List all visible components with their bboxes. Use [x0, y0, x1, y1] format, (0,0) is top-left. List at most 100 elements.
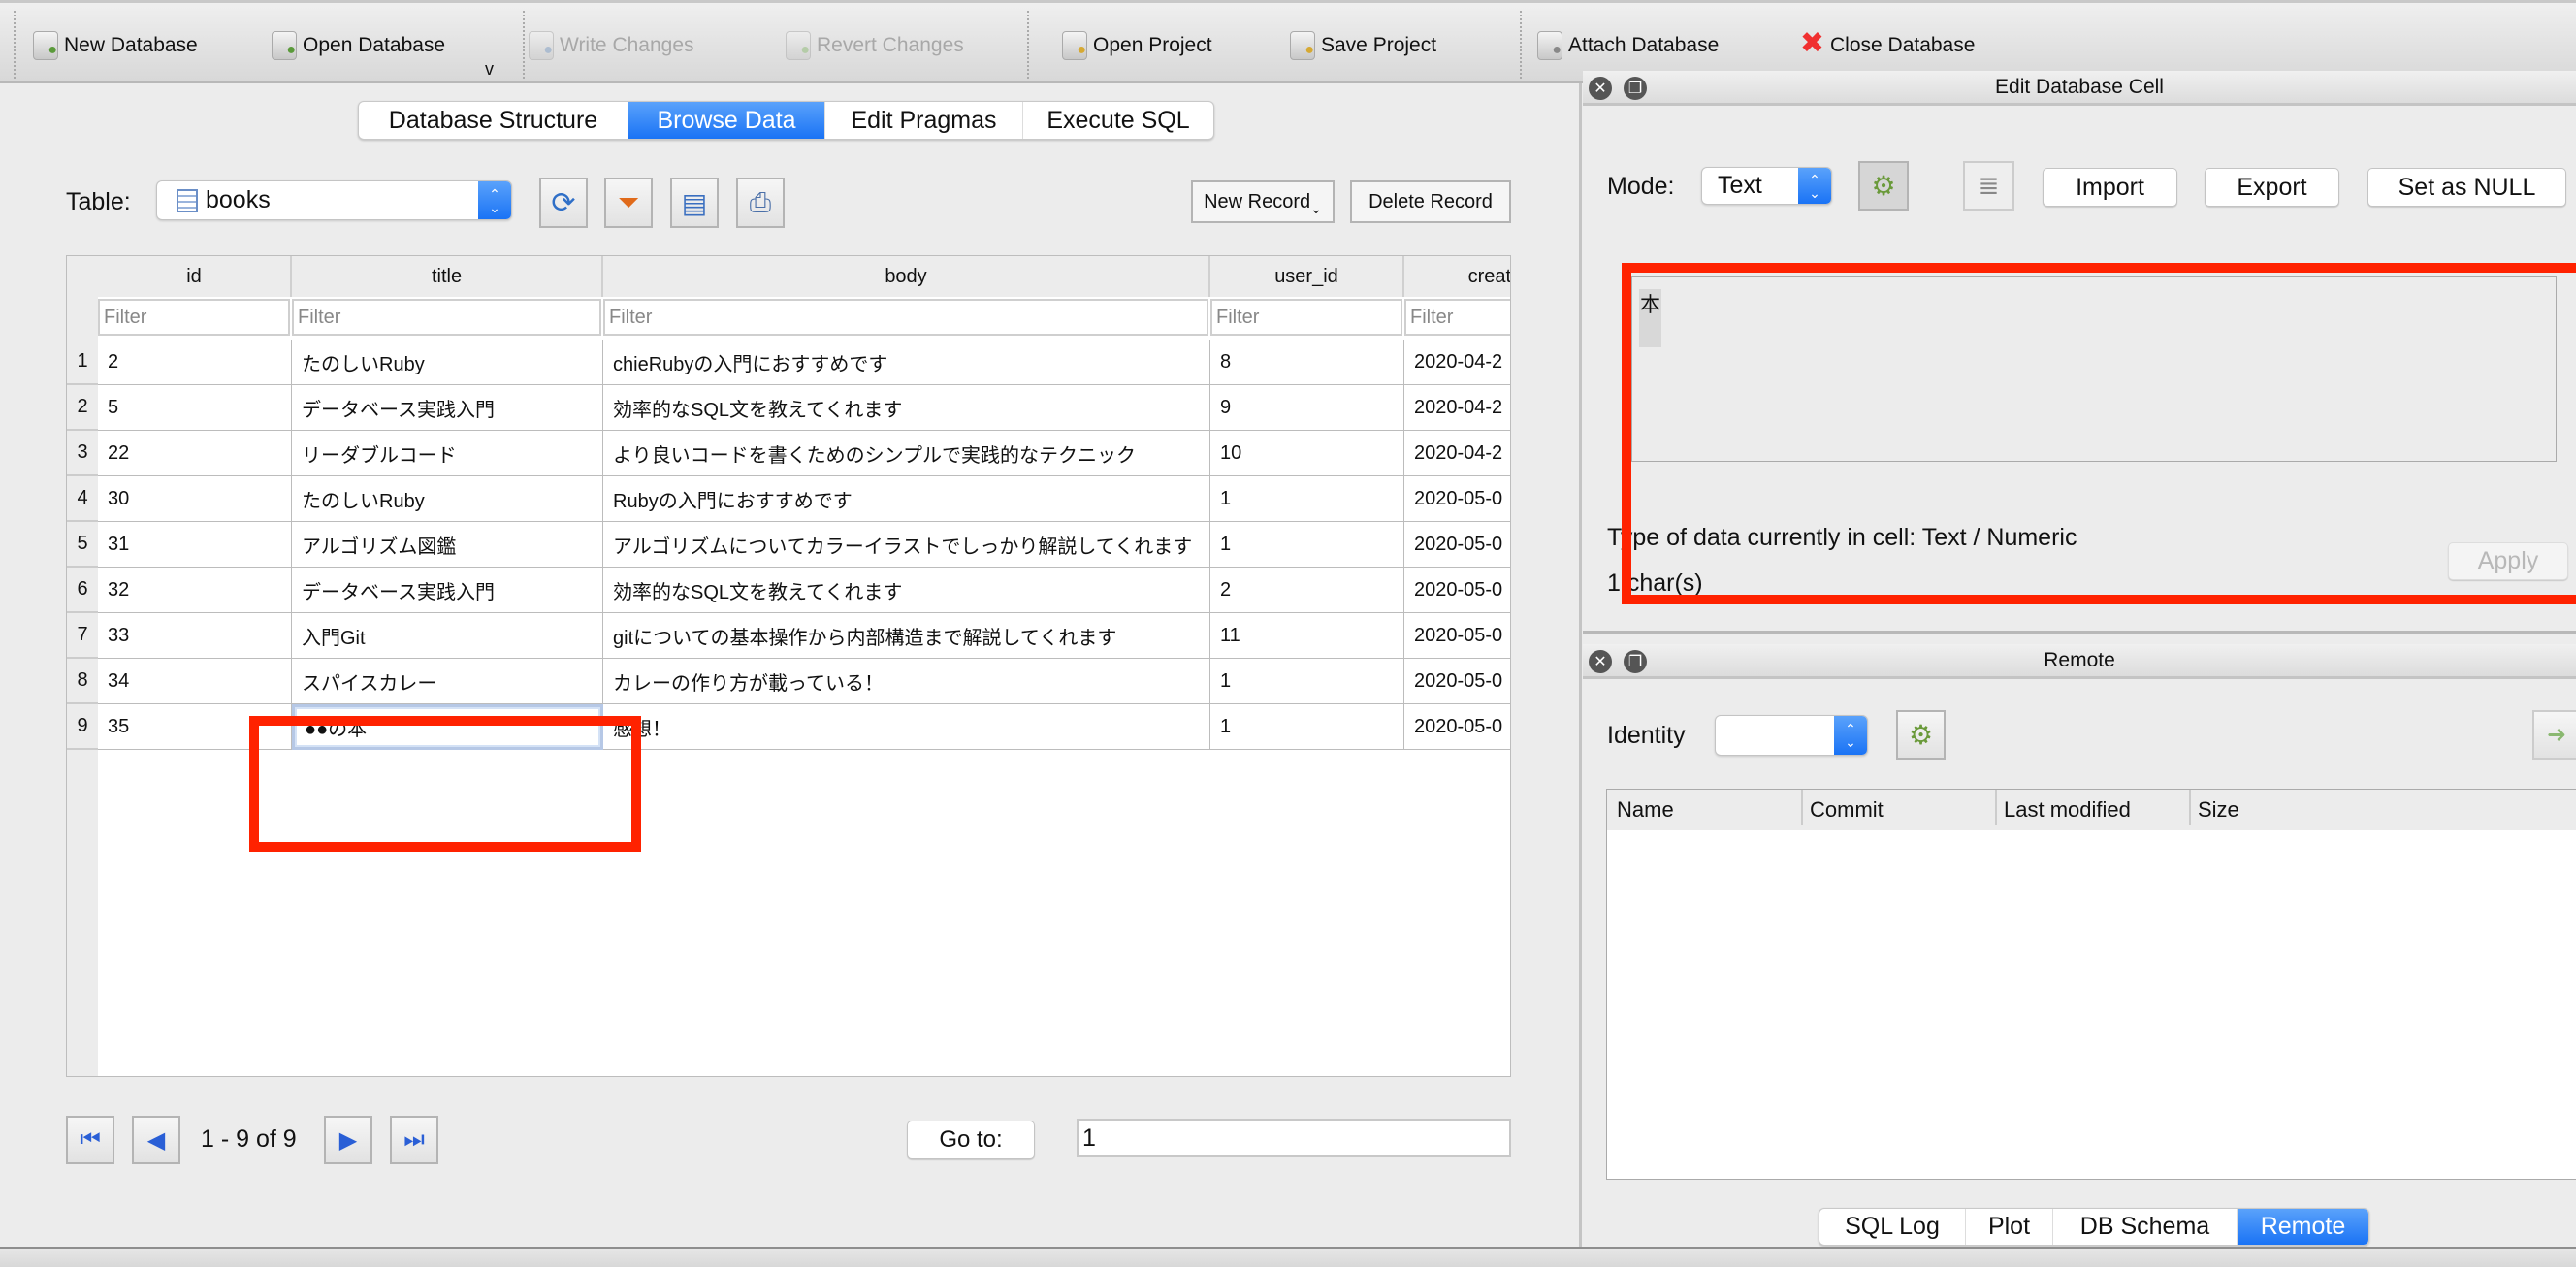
column-header-last-modified[interactable]: Last modified — [2004, 797, 2131, 823]
table-cell-created[interactable]: 2020-04-2 — [1404, 385, 1510, 431]
table-cell-id[interactable]: 30 — [98, 476, 292, 522]
table-cell-id[interactable]: 34 — [98, 659, 292, 704]
row-number[interactable]: 7 — [67, 613, 98, 659]
column-header-size[interactable]: Size — [2198, 797, 2239, 823]
row-number[interactable]: 4 — [67, 476, 98, 522]
toolbar-open-project-button[interactable]: ● Open Project — [1062, 28, 1212, 63]
table-cell-title[interactable]: データベース実践入門 — [292, 568, 603, 613]
first-page-button[interactable]: ⏮ — [66, 1116, 114, 1164]
table-cell-title[interactable]: たのしいRuby — [292, 340, 603, 385]
delete-record-button[interactable]: Delete Record — [1350, 180, 1511, 223]
set-null-button[interactable]: Set as NULL — [2367, 168, 2566, 207]
filter-input-id[interactable]: Filter — [98, 299, 290, 336]
open-database-dropdown-icon[interactable]: v — [485, 59, 494, 80]
row-number[interactable]: 6 — [67, 568, 98, 613]
table-cell-id[interactable]: 35 — [98, 704, 292, 750]
tab-database-structure[interactable]: Database Structure — [359, 102, 628, 139]
row-number[interactable]: 5 — [67, 522, 98, 568]
export-button[interactable]: Export — [2205, 168, 2339, 207]
table-cell-title[interactable]: アルゴリズム図鑑 — [292, 522, 603, 568]
row-number[interactable]: 1 — [67, 340, 98, 385]
print-button[interactable]: ⎙ — [736, 178, 785, 228]
import-button[interactable]: Import — [2043, 168, 2177, 207]
table-cell-body[interactable]: gitについての基本操作から内部構造まで解説してくれます — [603, 613, 1210, 659]
table-cell-body[interactable]: Rubyの入門におすすめです — [603, 476, 1210, 522]
table-cell-id[interactable]: 5 — [98, 385, 292, 431]
tab-sql-log[interactable]: SQL Log — [1819, 1209, 1966, 1245]
tab-plot[interactable]: Plot — [1966, 1209, 2053, 1245]
goto-button[interactable]: Go to: — [907, 1121, 1035, 1159]
toolbar-open-database-button[interactable]: ● Open Database — [272, 28, 445, 63]
next-page-button[interactable]: ▶ — [324, 1116, 372, 1164]
column-header-title[interactable]: title — [292, 256, 603, 297]
table-cell-created[interactable]: 2020-05-0 — [1404, 613, 1510, 659]
row-number[interactable]: 2 — [67, 385, 98, 431]
table-cell-user-id[interactable]: 1 — [1210, 659, 1404, 704]
last-page-button[interactable]: ⏭ — [390, 1116, 438, 1164]
table-cell-user-id[interactable]: 11 — [1210, 613, 1404, 659]
table-cell-id[interactable]: 33 — [98, 613, 292, 659]
identity-select[interactable]: ⌃ ⌄ — [1715, 715, 1868, 756]
column-header-name[interactable]: Name — [1617, 797, 1674, 823]
table-cell-body[interactable]: 効率的なSQL文を教えてくれます — [603, 385, 1210, 431]
table-cell-user-id[interactable]: 1 — [1210, 476, 1404, 522]
table-cell-user-id[interactable]: 2 — [1210, 568, 1404, 613]
row-number[interactable]: 3 — [67, 431, 98, 476]
table-cell-user-id[interactable]: 1 — [1210, 522, 1404, 568]
close-icon[interactable]: ✕ — [1589, 77, 1612, 100]
table-cell-id[interactable]: 32 — [98, 568, 292, 613]
table-cell-title[interactable]: リーダブルコード — [292, 431, 603, 476]
table-cell-user-id[interactable]: 10 — [1210, 431, 1404, 476]
table-cell-title[interactable]: 入門Git — [292, 613, 603, 659]
table-cell-body[interactable]: カレーの作り方が載っている！ — [603, 659, 1210, 704]
tab-execute-sql[interactable]: Execute SQL — [1023, 102, 1213, 139]
refresh-button[interactable]: ⟳ — [539, 178, 588, 228]
tab-edit-pragmas[interactable]: Edit Pragmas — [825, 102, 1023, 139]
toolbar-new-database-button[interactable]: ● New Database — [33, 28, 198, 63]
table-cell-body[interactable]: アルゴリズムについてカラーイラストでしっかり解説してくれます — [603, 522, 1210, 568]
column-header-body[interactable]: body — [603, 256, 1210, 297]
table-cell-created[interactable]: 2020-05-0 — [1404, 659, 1510, 704]
tab-db-schema[interactable]: DB Schema — [2053, 1209, 2238, 1245]
table-cell-created[interactable]: 2020-04-2 — [1404, 340, 1510, 385]
column-header-user-id[interactable]: user_id — [1210, 256, 1404, 297]
filter-input-title[interactable]: Filter — [292, 299, 601, 336]
dock-splitter[interactable] — [1583, 631, 2576, 634]
table-cell-user-id[interactable]: 9 — [1210, 385, 1404, 431]
cell-editor-textarea[interactable]: 本 — [1631, 276, 2557, 462]
save-table-button[interactable]: ▤ — [670, 178, 719, 228]
table-cell-body[interactable]: 感想！ — [603, 704, 1210, 750]
cell-editor-inline[interactable]: ●●の本 — [292, 704, 603, 750]
toolbar-revert-changes-button[interactable]: ● Revert Changes — [786, 28, 964, 63]
previous-page-button[interactable]: ◀ — [132, 1116, 180, 1164]
tab-remote[interactable]: Remote — [2238, 1209, 2368, 1245]
table-cell-user-id[interactable]: 8 — [1210, 340, 1404, 385]
filter-input-created[interactable]: Filter — [1404, 299, 1510, 336]
toolbar-close-database-button[interactable]: ✖ Close Database — [1799, 27, 1976, 63]
toolbar-attach-database-button[interactable]: ● Attach Database — [1537, 28, 1719, 63]
table-cell-created[interactable]: 2020-04-2 — [1404, 431, 1510, 476]
float-icon[interactable]: ❐ — [1624, 77, 1647, 100]
table-cell-body[interactable]: 効率的なSQL文を教えてくれます — [603, 568, 1210, 613]
column-header-id[interactable]: id — [98, 256, 292, 297]
table-cell-created[interactable]: 2020-05-0 — [1404, 704, 1510, 750]
toolbar-save-project-button[interactable]: ● Save Project — [1290, 28, 1436, 63]
new-record-button[interactable]: New Record ⌄ — [1191, 180, 1335, 223]
table-cell-created[interactable]: 2020-05-0 — [1404, 522, 1510, 568]
mode-select[interactable]: Text ⌃ ⌄ — [1701, 167, 1832, 205]
clear-filters-button[interactable]: ⏷ — [604, 178, 653, 228]
column-header-created[interactable]: created — [1404, 256, 1510, 297]
float-icon[interactable]: ❐ — [1624, 650, 1647, 673]
auto-format-button[interactable]: ≣ — [1963, 161, 2014, 211]
goto-input[interactable]: 1 — [1077, 1119, 1511, 1157]
identity-settings-button[interactable]: ⚙ — [1896, 710, 1946, 760]
close-icon[interactable]: ✕ — [1589, 650, 1612, 673]
dock-splitter[interactable] — [1579, 83, 1582, 1248]
auto-switch-mode-button[interactable]: ⚙ — [1858, 161, 1909, 211]
table-cell-title[interactable]: たのしいRuby — [292, 476, 603, 522]
row-number[interactable]: 9 — [67, 704, 98, 750]
table-cell-body[interactable]: chieRubyの入門におすすめです — [603, 340, 1210, 385]
table-cell-title[interactable]: スパイスカレー — [292, 659, 603, 704]
table-cell-created[interactable]: 2020-05-0 — [1404, 476, 1510, 522]
table-cell-user-id[interactable]: 1 — [1210, 704, 1404, 750]
